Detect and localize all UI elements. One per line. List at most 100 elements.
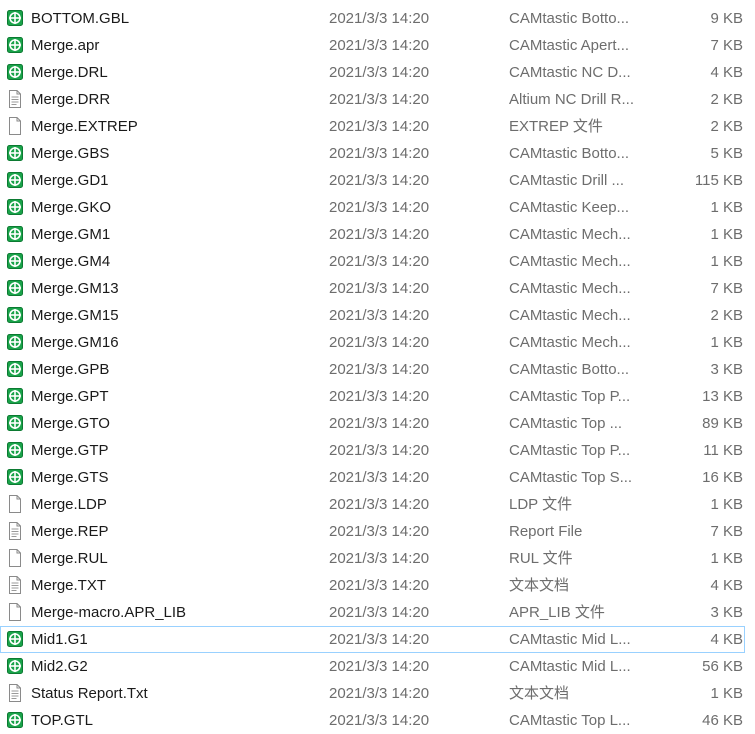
file-date-modified: 2021/3/3 14:20	[329, 577, 430, 594]
file-row[interactable]: Merge.apr 2021/3/3 14:20 CAMtastic Apert..…	[0, 32, 745, 59]
camtastic-icon	[7, 333, 23, 351]
camtastic-icon	[7, 171, 23, 189]
file-row[interactable]: Mid2.G2 2021/3/3 14:20 CAMtastic Mid L... 5…	[0, 653, 745, 680]
file-row[interactable]: Merge.GTS 2021/3/3 14:20 CAMtastic Top S..…	[0, 464, 745, 491]
file-name: Merge-macro.APR_LIB	[31, 604, 187, 621]
file-row[interactable]: TOP.GTL 2021/3/3 14:20 CAMtastic Top L... 4…	[0, 707, 745, 734]
file-size: 11 KB	[703, 442, 743, 459]
file-type: CAMtastic Top P...	[509, 388, 631, 405]
file-date-modified: 2021/3/3 14:20	[329, 550, 430, 567]
camtastic-icon	[7, 468, 23, 486]
file-type: CAMtastic Top S...	[509, 469, 633, 486]
file-date-modified: 2021/3/3 14:20	[329, 334, 430, 351]
file-date-modified: 2021/3/3 14:20	[329, 226, 430, 243]
camtastic-icon	[7, 630, 23, 648]
file-type: CAMtastic NC D...	[509, 64, 631, 81]
file-list: BOTTOM.GBL 2021/3/3 14:20 CAMtastic Botto.…	[0, 0, 755, 734]
file-date-modified: 2021/3/3 14:20	[329, 658, 430, 675]
file-name: Merge.GTP	[31, 442, 109, 459]
file-row[interactable]: Merge.GTO 2021/3/3 14:20 CAMtastic Top ...…	[0, 410, 745, 437]
file-row[interactable]: Merge.GBS 2021/3/3 14:20 CAMtastic Botto..…	[0, 140, 745, 167]
file-name: Merge.GKO	[31, 199, 112, 216]
file-name: Merge.LDP	[31, 496, 107, 513]
camtastic-icon	[7, 144, 23, 162]
file-date-modified: 2021/3/3 14:20	[329, 118, 430, 135]
file-row[interactable]: Merge.DRL 2021/3/3 14:20 CAMtastic NC D...…	[0, 59, 745, 86]
file-date-modified: 2021/3/3 14:20	[329, 307, 430, 324]
blank-file-icon	[7, 603, 23, 621]
camtastic-icon	[7, 252, 23, 270]
file-row[interactable]: BOTTOM.GBL 2021/3/3 14:20 CAMtastic Botto.…	[0, 5, 745, 32]
file-row[interactable]: Merge.DRR 2021/3/3 14:20 Altium NC Drill R…	[0, 86, 745, 113]
file-date-modified: 2021/3/3 14:20	[329, 280, 430, 297]
file-type: EXTREP 文件	[509, 118, 603, 135]
file-size: 1 KB	[710, 199, 743, 216]
file-name: Mid1.G1	[31, 631, 88, 648]
file-type: CAMtastic Mid L...	[509, 658, 631, 675]
file-name: Merge.GM15	[31, 307, 119, 324]
file-size: 46 KB	[702, 712, 743, 729]
file-size: 9 KB	[710, 10, 743, 27]
file-row[interactable]: Merge.GM13 2021/3/3 14:20 CAMtastic Mech..…	[0, 275, 745, 302]
file-type: CAMtastic Botto...	[509, 361, 630, 378]
file-size: 7 KB	[710, 523, 743, 540]
file-name: Merge.GTS	[31, 469, 109, 486]
file-date-modified: 2021/3/3 14:20	[329, 685, 430, 702]
file-name: Merge.apr	[31, 37, 100, 54]
file-row[interactable]: Mid1.G1 2021/3/3 14:20 CAMtastic Mid L... 4…	[0, 626, 745, 653]
file-type: APR_LIB 文件	[509, 604, 605, 621]
file-type: CAMtastic Top L...	[509, 712, 631, 729]
file-size: 7 KB	[710, 280, 743, 297]
file-type: Report File	[509, 523, 583, 540]
file-name: Mid2.G2	[31, 658, 88, 675]
text-file-icon	[7, 576, 23, 594]
camtastic-icon	[7, 441, 23, 459]
file-row[interactable]: Merge.GPT 2021/3/3 14:20 CAMtastic Top P..…	[0, 383, 745, 410]
file-row[interactable]: Merge.GM15 2021/3/3 14:20 CAMtastic Mech..…	[0, 302, 745, 329]
file-size: 3 KB	[710, 604, 743, 621]
file-row[interactable]: Merge.GTP 2021/3/3 14:20 CAMtastic Top P..…	[0, 437, 745, 464]
file-row[interactable]: Merge.GPB 2021/3/3 14:20 CAMtastic Botto..…	[0, 356, 745, 383]
file-row[interactable]: Merge.EXTREP 2021/3/3 14:20 EXTREP 文件 2 KB	[0, 113, 745, 140]
file-name: Merge.TXT	[31, 577, 107, 594]
file-date-modified: 2021/3/3 14:20	[329, 523, 430, 540]
file-name: Merge.REP	[31, 523, 109, 540]
file-row[interactable]: Status Report.Txt 2021/3/3 14:20 文本文档 1 KB	[0, 680, 745, 707]
file-row[interactable]: Merge.LDP 2021/3/3 14:20 LDP 文件 1 KB	[0, 491, 745, 518]
file-row[interactable]: Merge.GKO 2021/3/3 14:20 CAMtastic Keep...…	[0, 194, 745, 221]
file-date-modified: 2021/3/3 14:20	[329, 415, 430, 432]
camtastic-icon	[7, 657, 23, 675]
file-size: 56 KB	[702, 658, 743, 675]
file-row[interactable]: Merge-macro.APR_LIB 2021/3/3 14:20 APR_LIB…	[0, 599, 745, 626]
file-size: 89 KB	[702, 415, 743, 432]
file-name: TOP.GTL	[31, 712, 93, 729]
file-size: 4 KB	[710, 64, 743, 81]
file-type: CAMtastic Mech...	[509, 253, 631, 270]
file-size: 115 KB	[694, 172, 743, 189]
camtastic-icon	[7, 360, 23, 378]
file-size: 2 KB	[710, 307, 743, 324]
file-size: 1 KB	[710, 226, 743, 243]
file-type: CAMtastic Mech...	[509, 280, 631, 297]
file-row[interactable]: Merge.REP 2021/3/3 14:20 Report File 7 KB	[0, 518, 745, 545]
file-row[interactable]: Merge.GM4 2021/3/3 14:20 CAMtastic Mech...…	[0, 248, 745, 275]
file-size: 7 KB	[710, 37, 743, 54]
file-row[interactable]: Merge.GM16 2021/3/3 14:20 CAMtastic Mech..…	[0, 329, 745, 356]
file-name: BOTTOM.GBL	[31, 10, 130, 27]
file-name: Merge.GTO	[31, 415, 110, 432]
file-date-modified: 2021/3/3 14:20	[329, 91, 430, 108]
file-size: 4 KB	[710, 631, 743, 648]
file-date-modified: 2021/3/3 14:20	[329, 37, 430, 54]
file-type: CAMtastic Top P...	[509, 442, 631, 459]
file-size: 1 KB	[710, 496, 743, 513]
file-row[interactable]: Merge.TXT 2021/3/3 14:20 文本文档 4 KB	[0, 572, 745, 599]
camtastic-icon	[7, 414, 23, 432]
blank-file-icon	[7, 549, 23, 567]
file-row[interactable]: Merge.GD1 2021/3/3 14:20 CAMtastic Drill .…	[0, 167, 745, 194]
file-name: Merge.GM16	[31, 334, 119, 351]
file-date-modified: 2021/3/3 14:20	[329, 361, 430, 378]
file-date-modified: 2021/3/3 14:20	[329, 496, 430, 513]
file-row[interactable]: Merge.RUL 2021/3/3 14:20 RUL 文件 1 KB	[0, 545, 745, 572]
file-row[interactable]: Merge.GM1 2021/3/3 14:20 CAMtastic Mech...…	[0, 221, 745, 248]
file-name: Merge.RUL	[31, 550, 108, 567]
